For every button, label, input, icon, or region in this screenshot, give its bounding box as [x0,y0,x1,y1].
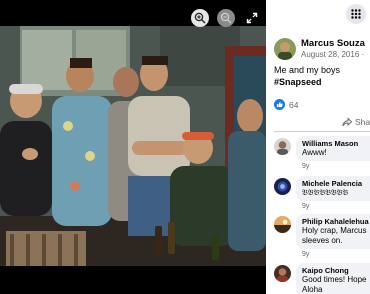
comment-text: sleeves on. [302,236,343,245]
fullscreen-button[interactable] [243,9,261,27]
commenter-name[interactable]: Philip Kahalelehua [302,217,370,226]
commenter-name[interactable]: Williams Mason [302,139,370,148]
group-photo-illustration [0,26,266,266]
comment-item: Kaipo Chong Good times! Hope Aloha [274,263,370,294]
author-avatar[interactable] [274,38,296,60]
comment-item: Philip Kahalelehua Holy crap, Marcus sle… [274,214,370,258]
commenter-name[interactable]: Kaipo Chong [302,266,370,275]
commenter-avatar[interactable] [274,216,291,233]
comment-item: Michele Palencia 𝔅𝔅𝔅𝔅𝔅𝔅𝔅𝔅 9y [274,176,370,210]
comment-bubble: Philip Kahalelehua Holy crap, Marcus sle… [296,214,370,249]
post-date[interactable]: August 28, 2016 · [301,50,365,59]
share-button[interactable]: Sha [342,117,370,127]
comment-text: Aloha [302,285,323,294]
like-reaction-icon [274,99,285,110]
menu-button[interactable] [346,4,366,24]
post-details-panel: Marcus Souza August 28, 2016 · Me and my… [266,0,370,294]
share-label: Sha [355,117,370,127]
divider [274,131,370,132]
zoom-in-icon [194,12,206,24]
share-icon [342,117,352,127]
post-photo[interactable] [0,26,266,266]
commenter-avatar[interactable] [274,178,291,195]
zoom-out-icon [220,12,232,24]
comment-age[interactable]: 9y [302,203,370,210]
comment-text: Awww! [302,148,327,157]
comment-age[interactable]: 9y [302,163,370,170]
post-caption: Me and my boys #Snapseed [274,64,340,88]
comment-bubble: Kaipo Chong Good times! Hope Aloha [296,263,370,294]
zoom-out-button[interactable] [217,9,235,27]
comment-text: Good times! Hope [302,275,367,284]
caption-text: Me and my boys [274,65,341,75]
comment-bubble: Michele Palencia 𝔅𝔅𝔅𝔅𝔅𝔅𝔅𝔅 [296,176,370,201]
fullscreen-icon [246,12,258,24]
caption-hashtag[interactable]: #Snapseed [274,76,340,88]
comment-text: Holy crap, Marcus [302,226,367,235]
zoom-in-button[interactable] [191,9,209,27]
photo-viewer [0,0,266,294]
commenter-name[interactable]: Michele Palencia [302,179,370,188]
grid-menu-icon [351,9,361,19]
reaction-summary[interactable]: 64 [274,99,298,110]
like-count: 64 [289,99,299,110]
post-author: Marcus Souza August 28, 2016 · [274,38,365,60]
comment-item: Williams Mason Awww! 9y [274,136,370,170]
commenter-avatar[interactable] [274,138,291,155]
author-name[interactable]: Marcus Souza [301,38,365,49]
comment-text: 𝔅𝔅𝔅𝔅𝔅𝔅𝔅𝔅 [302,188,349,197]
commenter-avatar[interactable] [274,265,291,282]
comment-bubble: Williams Mason Awww! [296,136,370,161]
comment-age[interactable]: 9y [302,251,370,258]
